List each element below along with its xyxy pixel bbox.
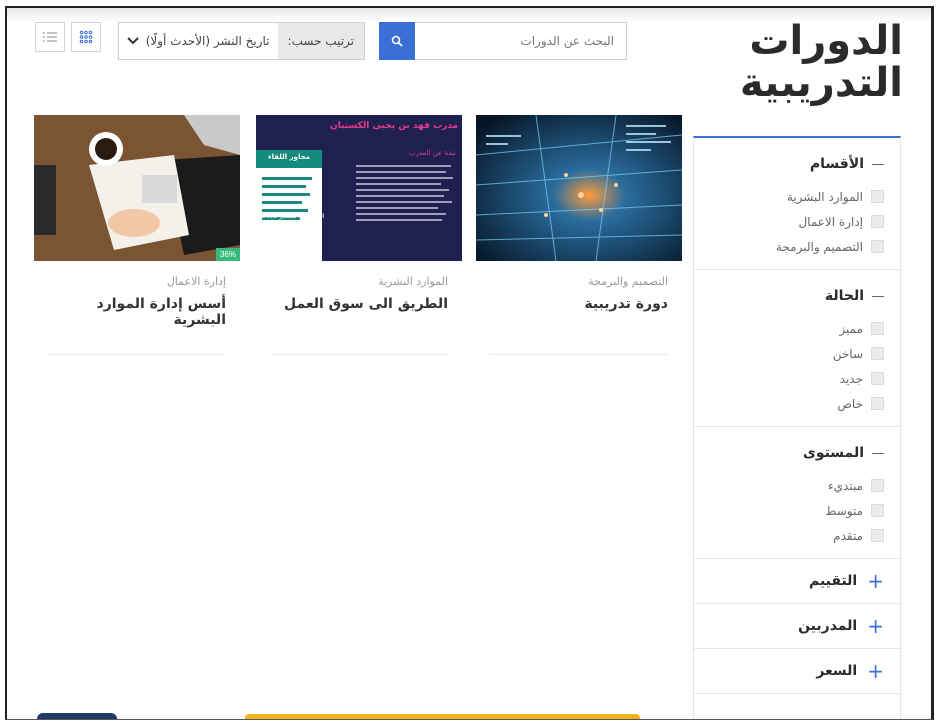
course-title[interactable]: أسس إدارة الموارد البشرية (48, 296, 226, 328)
sort-control: ترتيب حسب: تاريخ النشر (الأحدث أولًا) (118, 22, 365, 60)
filter-group-title: المدربين (798, 618, 858, 634)
filter-option[interactable]: إدارة الاعمال (710, 209, 884, 234)
filter-group-categories: الأقسام الموارد البشرية إدارة الاعمال ال… (694, 138, 900, 270)
poster-date: السبت 17 سبتمبر 2022 (262, 213, 325, 220)
checkbox[interactable] (871, 347, 884, 360)
checkbox[interactable] (871, 190, 884, 203)
filter-group-rating[interactable]: + التقييم (694, 559, 900, 604)
filter-group-title: التقييم (808, 573, 858, 589)
course-card-body: إدارة الاعمال أسس إدارة الموارد البشرية (48, 261, 226, 355)
filter-group-instructors[interactable]: + المدربين (694, 604, 900, 649)
poster-heading: محاور اللقاء (268, 153, 310, 161)
checkbox[interactable] (871, 479, 884, 492)
filter-option[interactable]: مميز (710, 316, 884, 341)
course-category[interactable]: إدارة الاعمال (48, 275, 226, 288)
grid-view-button[interactable] (71, 22, 101, 52)
filter-option-label: مميز (839, 321, 863, 336)
course-title[interactable]: دورة تدريبية (490, 296, 668, 312)
filter-group-header[interactable]: الحالة (710, 288, 884, 304)
code-visual-image (476, 115, 682, 261)
search-button[interactable] (379, 22, 415, 60)
plus-icon: + (867, 659, 884, 683)
search-bar (379, 22, 627, 60)
sort-label: ترتيب حسب: (277, 23, 364, 59)
filter-group-title: السعر (816, 663, 858, 679)
filter-option[interactable]: متوسط (710, 498, 884, 523)
course-card[interactable]: 36% إدارة الاعمال أسس إدارة الموارد البش… (34, 115, 240, 355)
checkbox[interactable] (871, 529, 884, 542)
filter-option-label: مبتديء (827, 478, 863, 493)
checkbox[interactable] (871, 372, 884, 385)
course-thumbnail[interactable]: مدرب فهد بن يحيى الكستبان محاور اللقاء ن… (256, 115, 462, 261)
filter-group-title: الحالة (824, 288, 864, 304)
course-title[interactable]: الطريق الى سوق العمل (270, 296, 448, 312)
poster-subheading: نبذة عن المدرب (408, 149, 456, 157)
filter-option-label: الموارد البشرية (786, 189, 863, 204)
bottom-decoration (37, 713, 117, 719)
filter-option-label: إدارة الاعمال (798, 214, 863, 229)
course-card-body: الموارد البشرية الطريق الى سوق العمل (270, 261, 448, 355)
filter-option[interactable]: التصميم والبرمجة (710, 234, 884, 259)
filter-option-label: ساخن (832, 346, 863, 361)
chevron-down-icon (127, 37, 139, 45)
plus-icon: + (867, 569, 884, 593)
course-card[interactable]: التصميم والبرمجة دورة تدريبية (476, 115, 682, 355)
filter-sidebar: الأقسام الموارد البشرية إدارة الاعمال ال… (693, 136, 901, 719)
list-view-button[interactable] (35, 22, 65, 52)
page-title: الدورات التدريبية (739, 18, 903, 106)
filter-option-label: جديد (839, 371, 863, 386)
filter-group-price[interactable]: + السعر (694, 649, 900, 694)
course-card-body: التصميم والبرمجة دورة تدريبية (490, 261, 668, 355)
course-card[interactable]: مدرب فهد بن يحيى الكستبان محاور اللقاء ن… (256, 115, 462, 355)
course-thumbnail[interactable] (476, 115, 682, 261)
filter-option[interactable]: جديد (710, 366, 884, 391)
checkbox[interactable] (871, 397, 884, 410)
filter-option-label: خاص (837, 396, 863, 411)
bottom-decoration (245, 714, 640, 719)
progress-badge: 36% (215, 248, 240, 261)
search-icon (391, 35, 403, 47)
filter-group-header[interactable]: الأقسام (710, 156, 884, 172)
poster-time: 7:00 م - 8:30 م (262, 231, 307, 238)
grid-icon (79, 30, 93, 44)
filter-group-title: المستوى (802, 445, 864, 461)
desk-workspace-image (34, 115, 240, 261)
collapse-dash-icon (872, 163, 884, 165)
filter-group-level: المستوى مبتديء متوسط متقدم (694, 427, 900, 559)
filter-option[interactable]: ساخن (710, 341, 884, 366)
plus-icon: + (867, 614, 884, 638)
course-category[interactable]: التصميم والبرمجة (490, 275, 668, 288)
filter-group-header[interactable]: المستوى (710, 445, 884, 461)
filter-group-title: الأقسام (809, 156, 864, 172)
event-poster-image (256, 115, 462, 261)
filter-option-label: متقدم (833, 528, 863, 543)
page-frame: الدورات التدريبية ترتيب حسب: تاريخ النشر… (5, 6, 934, 720)
filter-option[interactable]: خاص (710, 391, 884, 416)
checkbox[interactable] (871, 504, 884, 517)
filter-option[interactable]: الموارد البشرية (710, 184, 884, 209)
list-icon (43, 32, 57, 42)
filter-option-label: التصميم والبرمجة (775, 239, 863, 254)
filter-option[interactable]: متقدم (710, 523, 884, 548)
sort-selected-value: تاريخ النشر (الأحدث أولًا) (145, 34, 270, 48)
course-category[interactable]: الموارد البشرية (270, 275, 448, 288)
course-thumbnail[interactable]: 36% (34, 115, 240, 261)
poster-banner: مدرب فهد بن يحيى الكستبان (330, 121, 458, 131)
checkbox[interactable] (871, 215, 884, 228)
collapse-dash-icon (872, 452, 884, 454)
filter-option[interactable]: مبتديء (710, 473, 884, 498)
filter-option-label: متوسط (825, 503, 863, 518)
collapse-dash-icon (872, 295, 884, 297)
checkbox[interactable] (871, 240, 884, 253)
search-input[interactable] (415, 23, 626, 59)
checkbox[interactable] (871, 322, 884, 335)
filter-group-status: الحالة مميز ساخن جديد خاص (694, 270, 900, 427)
sort-select[interactable]: تاريخ النشر (الأحدث أولًا) (119, 23, 278, 59)
